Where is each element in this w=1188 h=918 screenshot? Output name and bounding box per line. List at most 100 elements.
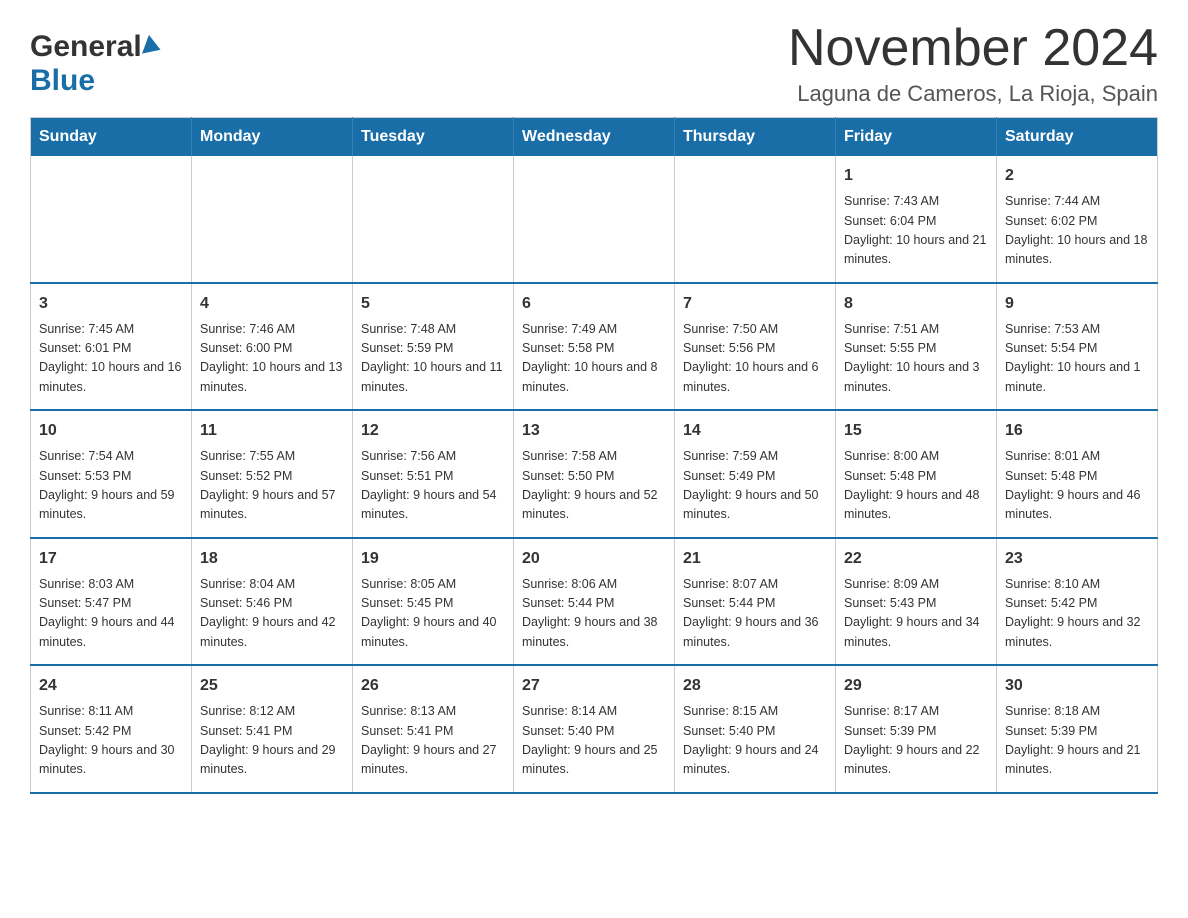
calendar-cell: 16 Sunrise: 8:01 AMSunset: 5:48 PMDayligh… (997, 410, 1158, 538)
calendar-cell: 13 Sunrise: 7:58 AMSunset: 5:50 PMDayligh… (514, 410, 675, 538)
day-number: 10 (39, 419, 183, 443)
logo: General Blue (30, 30, 161, 98)
calendar-header-row: SundayMondayTuesdayWednesdayThursdayFrid… (31, 118, 1158, 157)
day-number: 13 (522, 419, 666, 443)
day-number: 4 (200, 292, 344, 316)
day-info: Sunrise: 8:00 AMSunset: 5:48 PMDaylight:… (844, 447, 988, 525)
calendar-cell (353, 156, 514, 283)
calendar-cell: 28 Sunrise: 8:15 AMSunset: 5:40 PMDayligh… (675, 665, 836, 793)
calendar-week-3: 10 Sunrise: 7:54 AMSunset: 5:53 PMDayligh… (31, 410, 1158, 538)
day-info: Sunrise: 8:10 AMSunset: 5:42 PMDaylight:… (1005, 575, 1149, 653)
calendar-cell: 23 Sunrise: 8:10 AMSunset: 5:42 PMDayligh… (997, 538, 1158, 666)
day-info: Sunrise: 7:58 AMSunset: 5:50 PMDaylight:… (522, 447, 666, 525)
location-title: Laguna de Cameros, La Rioja, Spain (788, 81, 1158, 107)
calendar-header-monday: Monday (192, 118, 353, 157)
calendar-table: SundayMondayTuesdayWednesdayThursdayFrid… (30, 117, 1158, 794)
page-header: General Blue November 2024 Laguna de Cam… (30, 20, 1158, 107)
calendar-cell: 7Sunrise: 7:50 AMSunset: 5:56 PMDaylight… (675, 283, 836, 411)
day-number: 2 (1005, 164, 1149, 188)
day-number: 3 (39, 292, 183, 316)
day-info: Sunrise: 8:01 AMSunset: 5:48 PMDaylight:… (1005, 447, 1149, 525)
day-info: Sunrise: 8:03 AMSunset: 5:47 PMDaylight:… (39, 575, 183, 653)
day-info: Sunrise: 8:18 AMSunset: 5:39 PMDaylight:… (1005, 702, 1149, 780)
calendar-cell: 10 Sunrise: 7:54 AMSunset: 5:53 PMDayligh… (31, 410, 192, 538)
calendar-cell (514, 156, 675, 283)
calendar-cell: 11 Sunrise: 7:55 AMSunset: 5:52 PMDayligh… (192, 410, 353, 538)
calendar-cell: 2 Sunrise: 7:44 AMSunset: 6:02 PMDaylight… (997, 156, 1158, 283)
day-info: Sunrise: 8:06 AMSunset: 5:44 PMDaylight:… (522, 575, 666, 653)
calendar-cell: 14 Sunrise: 7:59 AMSunset: 5:49 PMDayligh… (675, 410, 836, 538)
day-number: 14 (683, 419, 827, 443)
day-info: Sunrise: 7:44 AMSunset: 6:02 PMDaylight:… (1005, 192, 1149, 270)
day-info: Sunrise: 7:50 AMSunset: 5:56 PMDaylight:… (683, 320, 827, 398)
calendar-header-thursday: Thursday (675, 118, 836, 157)
day-info: Sunrise: 7:55 AMSunset: 5:52 PMDaylight:… (200, 447, 344, 525)
day-number: 6 (522, 292, 666, 316)
day-number: 23 (1005, 547, 1149, 571)
calendar-week-4: 17 Sunrise: 8:03 AMSunset: 5:47 PMDayligh… (31, 538, 1158, 666)
calendar-cell: 21 Sunrise: 8:07 AMSunset: 5:44 PMDayligh… (675, 538, 836, 666)
day-info: Sunrise: 8:07 AMSunset: 5:44 PMDaylight:… (683, 575, 827, 653)
day-info: Sunrise: 7:48 AMSunset: 5:59 PMDaylight:… (361, 320, 505, 398)
calendar-cell: 17 Sunrise: 8:03 AMSunset: 5:47 PMDayligh… (31, 538, 192, 666)
day-number: 28 (683, 674, 827, 698)
day-number: 8 (844, 292, 988, 316)
day-number: 24 (39, 674, 183, 698)
calendar-header-tuesday: Tuesday (353, 118, 514, 157)
day-info: Sunrise: 7:43 AMSunset: 6:04 PMDaylight:… (844, 192, 988, 270)
day-number: 26 (361, 674, 505, 698)
calendar-cell: 29 Sunrise: 8:17 AMSunset: 5:39 PMDayligh… (836, 665, 997, 793)
day-info: Sunrise: 7:51 AMSunset: 5:55 PMDaylight:… (844, 320, 988, 398)
day-number: 18 (200, 547, 344, 571)
day-info: Sunrise: 7:45 AMSunset: 6:01 PMDaylight:… (39, 320, 183, 398)
calendar-cell: 27 Sunrise: 8:14 AMSunset: 5:40 PMDayligh… (514, 665, 675, 793)
day-info: Sunrise: 8:14 AMSunset: 5:40 PMDaylight:… (522, 702, 666, 780)
day-number: 22 (844, 547, 988, 571)
logo-arrow-icon (142, 35, 164, 59)
calendar-cell: 22Sunrise: 8:09 AMSunset: 5:43 PMDayligh… (836, 538, 997, 666)
day-info: Sunrise: 7:49 AMSunset: 5:58 PMDaylight:… (522, 320, 666, 398)
day-number: 27 (522, 674, 666, 698)
calendar-cell: 30 Sunrise: 8:18 AMSunset: 5:39 PMDayligh… (997, 665, 1158, 793)
day-number: 5 (361, 292, 505, 316)
day-number: 9 (1005, 292, 1149, 316)
day-info: Sunrise: 7:56 AMSunset: 5:51 PMDaylight:… (361, 447, 505, 525)
day-info: Sunrise: 8:12 AMSunset: 5:41 PMDaylight:… (200, 702, 344, 780)
day-info: Sunrise: 7:59 AMSunset: 5:49 PMDaylight:… (683, 447, 827, 525)
calendar-cell: 4 Sunrise: 7:46 AMSunset: 6:00 PMDaylight… (192, 283, 353, 411)
calendar-cell: 15Sunrise: 8:00 AMSunset: 5:48 PMDayligh… (836, 410, 997, 538)
calendar-cell: 5 Sunrise: 7:48 AMSunset: 5:59 PMDaylight… (353, 283, 514, 411)
calendar-cell: 9 Sunrise: 7:53 AMSunset: 5:54 PMDaylight… (997, 283, 1158, 411)
calendar-cell: 19 Sunrise: 8:05 AMSunset: 5:45 PMDayligh… (353, 538, 514, 666)
day-info: Sunrise: 7:46 AMSunset: 6:00 PMDaylight:… (200, 320, 344, 398)
calendar-header-sunday: Sunday (31, 118, 192, 157)
day-info: Sunrise: 8:17 AMSunset: 5:39 PMDaylight:… (844, 702, 988, 780)
calendar-cell (192, 156, 353, 283)
day-number: 1 (844, 164, 988, 188)
calendar-cell: 18Sunrise: 8:04 AMSunset: 5:46 PMDayligh… (192, 538, 353, 666)
day-number: 30 (1005, 674, 1149, 698)
day-number: 11 (200, 419, 344, 443)
day-number: 20 (522, 547, 666, 571)
day-number: 29 (844, 674, 988, 698)
day-number: 16 (1005, 419, 1149, 443)
day-info: Sunrise: 8:05 AMSunset: 5:45 PMDaylight:… (361, 575, 505, 653)
title-block: November 2024 Laguna de Cameros, La Rioj… (788, 20, 1158, 107)
calendar-cell: 1 Sunrise: 7:43 AMSunset: 6:04 PMDaylight… (836, 156, 997, 283)
day-number: 21 (683, 547, 827, 571)
day-info: Sunrise: 7:53 AMSunset: 5:54 PMDaylight:… (1005, 320, 1149, 398)
calendar-cell: 25 Sunrise: 8:12 AMSunset: 5:41 PMDayligh… (192, 665, 353, 793)
calendar-cell (31, 156, 192, 283)
day-number: 25 (200, 674, 344, 698)
calendar-cell: 8 Sunrise: 7:51 AMSunset: 5:55 PMDaylight… (836, 283, 997, 411)
day-info: Sunrise: 8:15 AMSunset: 5:40 PMDaylight:… (683, 702, 827, 780)
calendar-cell: 6 Sunrise: 7:49 AMSunset: 5:58 PMDaylight… (514, 283, 675, 411)
calendar-cell: 12Sunrise: 7:56 AMSunset: 5:51 PMDayligh… (353, 410, 514, 538)
calendar-cell: 26Sunrise: 8:13 AMSunset: 5:41 PMDayligh… (353, 665, 514, 793)
logo-blue-text: Blue (30, 64, 95, 98)
day-number: 19 (361, 547, 505, 571)
calendar-week-5: 24 Sunrise: 8:11 AMSunset: 5:42 PMDayligh… (31, 665, 1158, 793)
day-info: Sunrise: 8:11 AMSunset: 5:42 PMDaylight:… (39, 702, 183, 780)
day-number: 17 (39, 547, 183, 571)
day-info: Sunrise: 7:54 AMSunset: 5:53 PMDaylight:… (39, 447, 183, 525)
